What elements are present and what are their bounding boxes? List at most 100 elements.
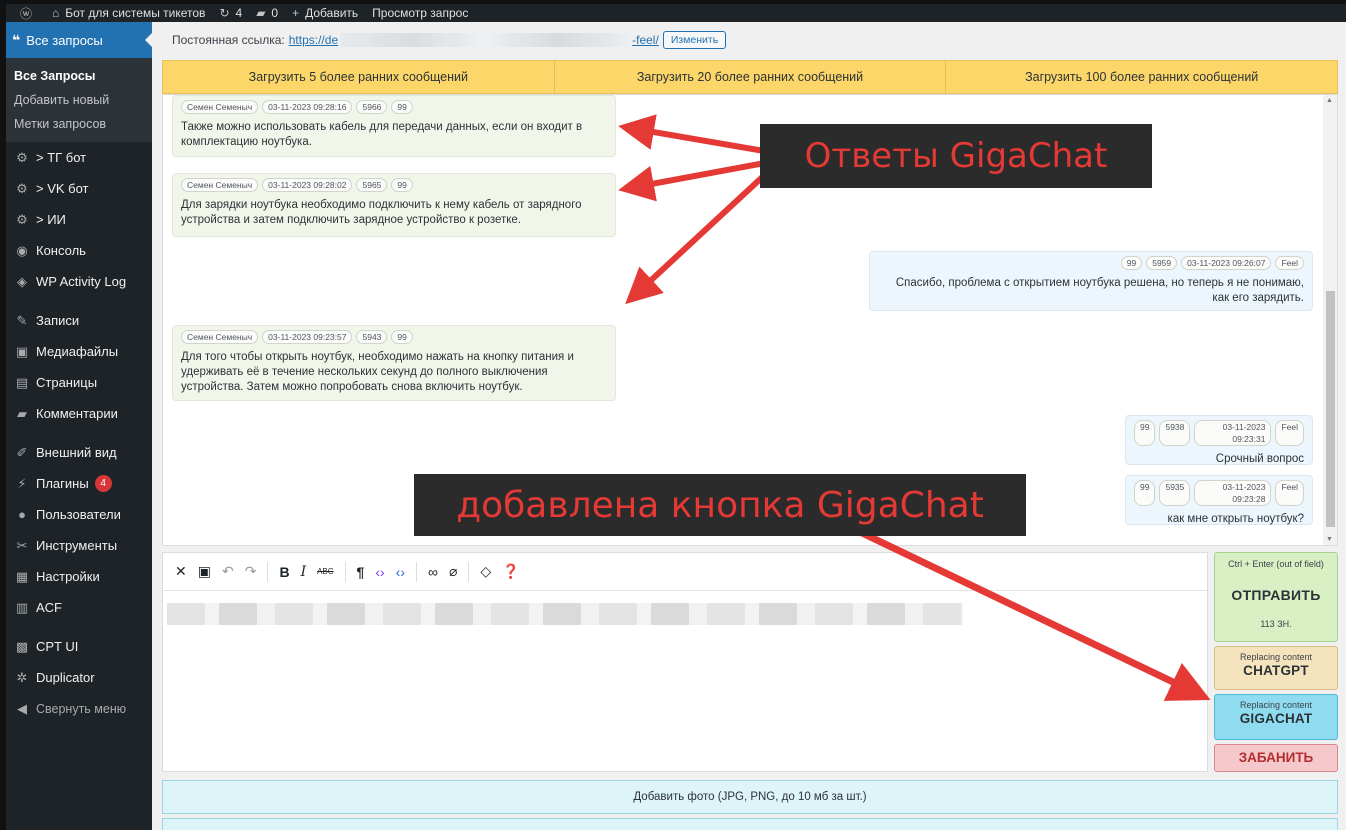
- ban-button[interactable]: ЗАБАНИТЬ: [1214, 744, 1338, 772]
- clear-icon[interactable]: ✕: [175, 563, 187, 580]
- sidebar-item-console[interactable]: ◉ Консоль: [6, 235, 152, 266]
- sidebar-item-tg-bot[interactable]: ⚙ > ТГ бот: [6, 142, 152, 173]
- refresh-icon: ↻: [219, 6, 230, 20]
- load-5-button[interactable]: Загрузить 5 более ранних сообщений: [163, 61, 555, 93]
- comments-link[interactable]: ▰ 0: [256, 6, 278, 20]
- permalink-url-end[interactable]: -feel/: [632, 33, 659, 47]
- quote-button[interactable]: 99: [391, 100, 413, 114]
- sidebar-item-activity-log[interactable]: ◈ WP Activity Log: [6, 266, 152, 297]
- message-bot: Семен Семеныч 03-11-2023 09:28:16 5966 99 Т…: [172, 95, 616, 157]
- plus-icon: +: [292, 6, 300, 20]
- submenu-all-requests[interactable]: Все Запросы: [6, 64, 152, 88]
- msg-id: 5938: [1159, 420, 1191, 446]
- annotation-gigachat-answers: Ответы GigaChat: [760, 124, 1152, 188]
- msg-text: Спасибо, проблема с открытием ноутбука р…: [895, 277, 1304, 304]
- sidebar-item-appearance[interactable]: ✐ Внешний вид: [6, 437, 152, 468]
- site-name-link[interactable]: ⌂ Бот для системы тикетов: [52, 6, 205, 20]
- message-user: 99 5935 03-11-2023 09:23:28 Feel как мне от…: [1125, 475, 1313, 525]
- page-icon: ▤: [15, 374, 29, 390]
- italic-icon[interactable]: I: [301, 564, 307, 580]
- main-content: Постоянная ссылка: https://de -feel/ Изм…: [152, 22, 1346, 830]
- sidebar-item-posts[interactable]: ✎ Записи: [6, 305, 152, 336]
- load-20-button[interactable]: Загрузить 20 более ранних сообщений: [555, 61, 947, 93]
- sidebar-item-media[interactable]: ▣ Медиафайлы: [6, 336, 152, 367]
- help-icon[interactable]: ❓: [502, 563, 519, 580]
- eraser-icon[interactable]: ◇: [480, 563, 491, 580]
- sidebar-item-pages[interactable]: ▤ Страницы: [6, 367, 152, 398]
- msg-date: 03-11-2023 09:23:31: [1194, 420, 1272, 446]
- scroll-down-icon[interactable]: ▼: [1326, 536, 1333, 543]
- sidebar-item-settings[interactable]: ▦ Настройки: [6, 561, 152, 592]
- sidebar-collapse-menu[interactable]: ◀ Свернуть меню: [6, 693, 152, 724]
- sidebar-item-duplicator[interactable]: ✲ Duplicator: [6, 662, 152, 693]
- sidebar-item-users[interactable]: ● Пользователи: [6, 499, 152, 530]
- message-bot: Семен Семеныч 03-11-2023 09:28:02 5965 99 Д…: [172, 173, 616, 237]
- add-photo-button[interactable]: Добавить фото (JPG, PNG, до 10 мб за шт.…: [162, 780, 1338, 814]
- bold-icon[interactable]: B: [279, 564, 289, 580]
- wp-logo-icon[interactable]: ⓦ: [20, 5, 38, 22]
- link-icon[interactable]: ∞: [428, 564, 438, 580]
- updates-link[interactable]: ↻ 4: [219, 6, 242, 20]
- permalink-edit-button[interactable]: Изменить: [662, 31, 727, 49]
- permalink-url-start[interactable]: https://de: [289, 33, 338, 47]
- permalink-row: Постоянная ссылка: https://de -feel/ Изм…: [172, 31, 727, 49]
- reply-editor[interactable]: ✕ ▣ ↶ ↷ B I ABC ¶ ‹› ‹› ∞ ⌀ ◇ ❓: [162, 552, 1208, 772]
- replacing-label: Replacing content: [1239, 652, 1313, 662]
- unlink-icon[interactable]: ⌀: [449, 563, 457, 580]
- msg-date: 03-11-2023 09:26:07: [1181, 256, 1272, 270]
- chat-scrollbar[interactable]: ▲ ▼: [1323, 95, 1337, 545]
- code-block-icon[interactable]: ‹›: [396, 564, 405, 580]
- editor-toolbar: ✕ ▣ ↶ ↷ B I ABC ¶ ‹› ‹› ∞ ⌀ ◇ ❓: [163, 553, 1207, 591]
- msg-text: Срочный вопрос: [1215, 453, 1304, 465]
- sidebar-item-vk-bot[interactable]: ⚙ > VK бот: [6, 173, 152, 204]
- quote-icon: ❝: [12, 31, 21, 48]
- scroll-up-icon[interactable]: ▲: [1326, 97, 1333, 104]
- shield-icon: ◈: [17, 273, 27, 289]
- sidebar-item-comments[interactable]: ▰ Комментарии: [6, 398, 152, 429]
- grid-icon: ▩: [15, 638, 29, 654]
- chatgpt-button[interactable]: Replacing content CHATGPT: [1214, 646, 1338, 690]
- gigachat-label: GIGACHAT: [1239, 711, 1313, 726]
- sidebar-item-plugins[interactable]: ⚡ Плагины 4: [6, 468, 152, 499]
- msg-text: Для того чтобы открыть ноутбук, необходи…: [181, 351, 574, 393]
- quote-button[interactable]: 99: [391, 330, 413, 344]
- submenu-add-new[interactable]: Добавить новый: [6, 88, 152, 112]
- bottom-panel: [162, 818, 1338, 830]
- quote-button[interactable]: 99: [391, 178, 413, 192]
- strikethrough-icon[interactable]: ABC: [317, 567, 333, 576]
- load-100-button[interactable]: Загрузить 100 более ранних сообщений: [946, 61, 1337, 93]
- paste-icon[interactable]: ▣: [198, 563, 211, 580]
- send-button[interactable]: Ctrl + Enter (out of field) ОТПРАВИТЬ 11…: [1214, 552, 1338, 642]
- gigachat-button[interactable]: Replacing content GIGACHAT: [1214, 694, 1338, 740]
- gear-icon: ⚙: [16, 149, 28, 165]
- code-icon[interactable]: ‹›: [375, 564, 384, 580]
- sidebar-item-acf[interactable]: ▥ ACF: [6, 592, 152, 623]
- sidebar-item-all-requests[interactable]: ❝ Все запросы: [6, 22, 152, 58]
- wrench-icon: ✂: [16, 537, 28, 553]
- gear-icon: ⚙: [16, 180, 28, 196]
- quote-button[interactable]: 99: [1120, 256, 1143, 270]
- redo-icon[interactable]: ↷: [245, 563, 257, 580]
- undo-icon[interactable]: ↶: [222, 563, 234, 580]
- admin-sidebar: ❝ Все запросы Все Запросы Добавить новый …: [6, 22, 152, 830]
- sidebar-item-ai[interactable]: ⚙ > ИИ: [6, 204, 152, 235]
- submenu-request-tags[interactable]: Метки запросов: [6, 112, 152, 136]
- msg-id: 5935: [1159, 480, 1191, 506]
- add-new-link[interactable]: + Добавить: [292, 6, 358, 20]
- paragraph-icon[interactable]: ¶: [357, 564, 365, 580]
- admin-bar: ⓦ ⌂ Бот для системы тикетов ↻ 4 ▰ 0 + Добави…: [6, 4, 1346, 22]
- msg-id: 5966: [356, 100, 388, 114]
- message-user: 99 5938 03-11-2023 09:23:31 Feel Срочный во…: [1125, 415, 1313, 465]
- sidebar-item-tools[interactable]: ✂ Инструменты: [6, 530, 152, 561]
- scroll-thumb[interactable]: [1326, 291, 1335, 527]
- quote-button[interactable]: 99: [1134, 480, 1156, 506]
- view-request-link[interactable]: Просмотр запрос: [372, 6, 468, 20]
- comment-icon: ▰: [256, 6, 266, 20]
- chatgpt-label: CHATGPT: [1243, 663, 1309, 678]
- blurred-url: [340, 33, 631, 47]
- send-label: ОТПРАВИТЬ: [1231, 587, 1321, 603]
- sidebar-item-cpt-ui[interactable]: ▩ CPT UI: [6, 631, 152, 662]
- msg-id: 5965: [356, 178, 388, 192]
- quote-button[interactable]: 99: [1134, 420, 1156, 446]
- msg-author: Feel: [1275, 420, 1304, 446]
